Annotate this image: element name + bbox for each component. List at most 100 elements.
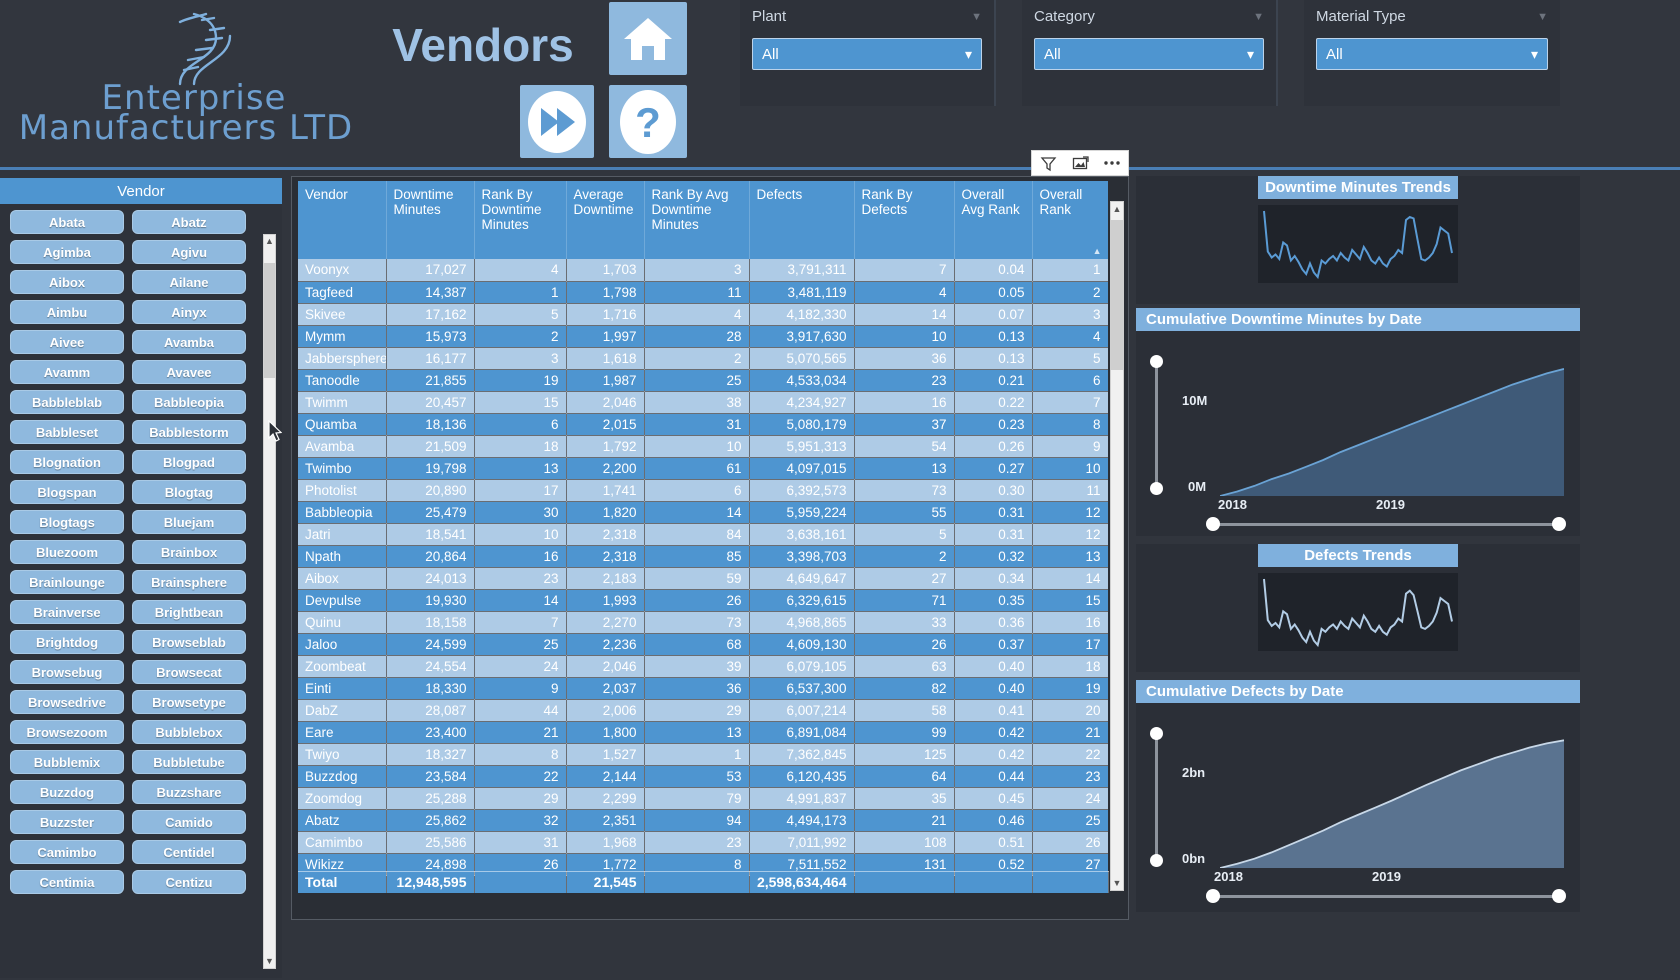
table-row[interactable]: Jaloo 24,599 25 2,236 68 4,609,130 26 0.37 17 <box>298 633 1108 656</box>
vendor-chip[interactable]: Brainlounge <box>10 570 124 594</box>
table-row[interactable]: Zoomdog 25,288 29 2,299 79 4,991,837 35 0.45 24 <box>298 787 1108 810</box>
vendor-chip[interactable]: Centizu <box>132 870 246 894</box>
table-row[interactable]: Einti 18,330 9 2,037 36 6,537,300 82 0.40 19 <box>298 677 1108 700</box>
vendor-chip[interactable]: Brainsphere <box>132 570 246 594</box>
table-row[interactable]: Avamba 21,509 18 1,792 10 5,951,313 54 0.26 9 <box>298 435 1108 458</box>
vendor-scrollbar[interactable]: ▲ ▼ <box>263 234 276 969</box>
vendor-chip[interactable]: Aimbu <box>10 300 124 324</box>
vendor-chip[interactable]: Avamm <box>10 360 124 384</box>
table-scrollbar-thumb[interactable] <box>1111 220 1123 370</box>
panel-cumulative-downtime[interactable]: Cumulative Downtime Minutes by Date 10M … <box>1136 308 1580 536</box>
cumulative-defects-y-slider[interactable] <box>1150 727 1163 867</box>
slider-knob-top[interactable] <box>1150 727 1163 740</box>
table-row[interactable]: Voonyx 17,027 4 1,703 3 3,791,311 7 0.04 1 <box>298 259 1108 282</box>
table-row[interactable]: Twimbo 19,798 13 2,200 61 4,097,015 13 0.27 10 <box>298 457 1108 480</box>
vendor-rank-table[interactable]: Vendor Downtime Minutes Rank By Downtime M… <box>291 176 1129 920</box>
vendor-chip[interactable]: Buzzdog <box>10 780 124 804</box>
vendor-chip[interactable]: Agivu <box>132 240 246 264</box>
panel-cumulative-defects[interactable]: Cumulative Defects by Date 2bn 0bn 2018 … <box>1136 680 1580 912</box>
table-row[interactable]: Abatz 25,862 32 2,351 94 4,494,173 21 0.46 25 <box>298 809 1108 832</box>
table-row[interactable]: Mymm 15,973 2 1,997 28 3,917,630 10 0.13 4 <box>298 325 1108 348</box>
table-column-header[interactable]: Average Downtime <box>566 181 645 259</box>
table-column-header[interactable]: Downtime Minutes <box>386 181 475 259</box>
vendor-chip[interactable]: Camido <box>132 810 246 834</box>
vendor-chip[interactable]: Bubblebox <box>132 720 246 744</box>
table-row[interactable]: Photolist 20,890 17 1,741 6 6,392,573 73 0.30 11 <box>298 479 1108 502</box>
scroll-down-icon[interactable]: ▼ <box>264 955 275 968</box>
slider-knob-right[interactable] <box>1552 889 1566 903</box>
vendor-chip[interactable]: Abatz <box>132 210 246 234</box>
slider-knob-left[interactable] <box>1206 517 1220 531</box>
vendor-chip[interactable]: Avavee <box>132 360 246 384</box>
table-row[interactable]: Skivee 17,162 5 1,716 4 4,182,330 14 0.07 3 <box>298 303 1108 326</box>
vendor-chip[interactable]: Centimia <box>10 870 124 894</box>
vendor-chip[interactable]: Babblestorm <box>132 420 246 444</box>
table-column-header[interactable]: Overall Avg Rank <box>954 181 1033 259</box>
vendor-chip[interactable]: Brainverse <box>10 600 124 624</box>
panel-downtime-minutes-trends[interactable]: Downtime Minutes Trends <box>1136 176 1580 304</box>
vendor-chip[interactable]: Bubblemix <box>10 750 124 774</box>
scroll-down-icon[interactable]: ▼ <box>1111 876 1123 890</box>
cumulative-downtime-x-slider[interactable] <box>1206 517 1566 531</box>
table-column-header[interactable]: Rank By Downtime Minutes <box>474 181 567 259</box>
vendor-chip[interactable]: Blogtags <box>10 510 124 534</box>
table-column-header[interactable]: Rank By Avg Downtime Minutes <box>644 181 750 259</box>
slider-knob-right[interactable] <box>1552 517 1566 531</box>
vendor-chip[interactable]: Browseblab <box>132 630 246 654</box>
vendor-chip[interactable]: Babbleblab <box>10 390 124 414</box>
vendor-chip[interactable]: Centidel <box>132 840 246 864</box>
vendor-chip[interactable]: Avamba <box>132 330 246 354</box>
vendor-chip[interactable]: Ailane <box>132 270 246 294</box>
table-row[interactable]: Camimbo 25,586 31 1,968 23 7,011,992 108 0.51 26 <box>298 831 1108 854</box>
vendor-chip[interactable]: Blogspan <box>10 480 124 504</box>
vendor-chip[interactable]: Blogtag <box>132 480 246 504</box>
table-row[interactable]: Quamba 18,136 6 2,015 31 5,080,179 37 0.23 8 <box>298 413 1108 436</box>
more-options-icon[interactable] <box>1098 151 1126 175</box>
table-column-header[interactable]: Overall Rank ▲ <box>1032 181 1108 259</box>
focus-mode-icon[interactable] <box>1066 151 1094 175</box>
table-visual-toolbar[interactable] <box>1031 150 1129 176</box>
table-column-header[interactable]: Vendor <box>298 181 387 259</box>
slicer-category-dropdown[interactable]: All ▾ <box>1034 38 1264 70</box>
table-row[interactable]: DabZ 28,087 44 2,006 29 6,007,214 58 0.41 20 <box>298 699 1108 722</box>
scroll-up-icon[interactable]: ▲ <box>264 235 275 248</box>
vendor-chip[interactable]: Abata <box>10 210 124 234</box>
vendor-scrollbar-thumb[interactable] <box>264 263 275 378</box>
table-row[interactable]: Tagfeed 14,387 1 1,798 11 3,481,119 4 0.05 2 <box>298 281 1108 304</box>
table-row[interactable]: Babbleopia 25,479 30 1,820 14 5,959,224 55 0.31… <box>298 501 1108 524</box>
vendor-chip[interactable]: Buzzshare <box>132 780 246 804</box>
table-row[interactable]: Quinu 18,158 7 2,270 73 4,968,865 33 0.36 16 <box>298 611 1108 634</box>
vendor-chip[interactable]: Babbleset <box>10 420 124 444</box>
table-row[interactable]: Jatri 18,541 10 2,318 84 3,638,161 5 0.31 12 <box>298 523 1108 546</box>
vendor-chip[interactable]: Agimba <box>10 240 124 264</box>
vendor-chip[interactable]: Blognation <box>10 450 124 474</box>
panel-defects-trends[interactable]: Defects Trends <box>1136 544 1580 672</box>
slider-knob-top[interactable] <box>1150 355 1163 368</box>
vendor-chip[interactable]: Aibox <box>10 270 124 294</box>
slicer-category[interactable]: Category ▼ All ▾ <box>1022 0 1278 106</box>
home-button[interactable] <box>609 2 687 75</box>
vendor-chip[interactable]: Brightdog <box>10 630 124 654</box>
vendor-chip[interactable]: Blogpad <box>132 450 246 474</box>
table-row[interactable]: Devpulse 19,930 14 1,993 26 6,329,615 71 0.35 15 <box>298 589 1108 612</box>
slicer-material-type-dropdown[interactable]: All ▾ <box>1316 38 1548 70</box>
vendor-chip[interactable]: Browsedrive <box>10 690 124 714</box>
table-row[interactable]: Twiyo 18,327 8 1,527 1 7,362,845 125 0.42 22 <box>298 743 1108 766</box>
help-button[interactable]: ? <box>609 85 687 158</box>
table-scrollbar[interactable]: ▲ ▼ <box>1110 201 1124 891</box>
filter-icon[interactable] <box>1034 151 1062 175</box>
vendor-chip[interactable]: Brightbean <box>132 600 246 624</box>
vendor-chip[interactable]: Bubbletube <box>132 750 246 774</box>
vendor-chip[interactable]: Bluezoom <box>10 540 124 564</box>
vendor-chip[interactable]: Aivee <box>10 330 124 354</box>
vendor-chip[interactable]: Browsezoom <box>10 720 124 744</box>
vendor-chip[interactable]: Buzzster <box>10 810 124 834</box>
table-row[interactable]: Eare 23,400 21 1,800 13 6,891,084 99 0.42 21 <box>298 721 1108 744</box>
vendor-chip[interactable]: Camimbo <box>10 840 124 864</box>
table-column-header[interactable]: Rank By Defects <box>854 181 955 259</box>
vendor-chip[interactable]: Brainbox <box>132 540 246 564</box>
vendor-chip[interactable]: Babbleopia <box>132 390 246 414</box>
table-row[interactable]: Tanoodle 21,855 19 1,987 25 4,533,034 23 0.21 6 <box>298 369 1108 392</box>
slicer-plant[interactable]: Plant ▼ All ▾ <box>740 0 996 106</box>
vendor-chip[interactable]: Ainyx <box>132 300 246 324</box>
